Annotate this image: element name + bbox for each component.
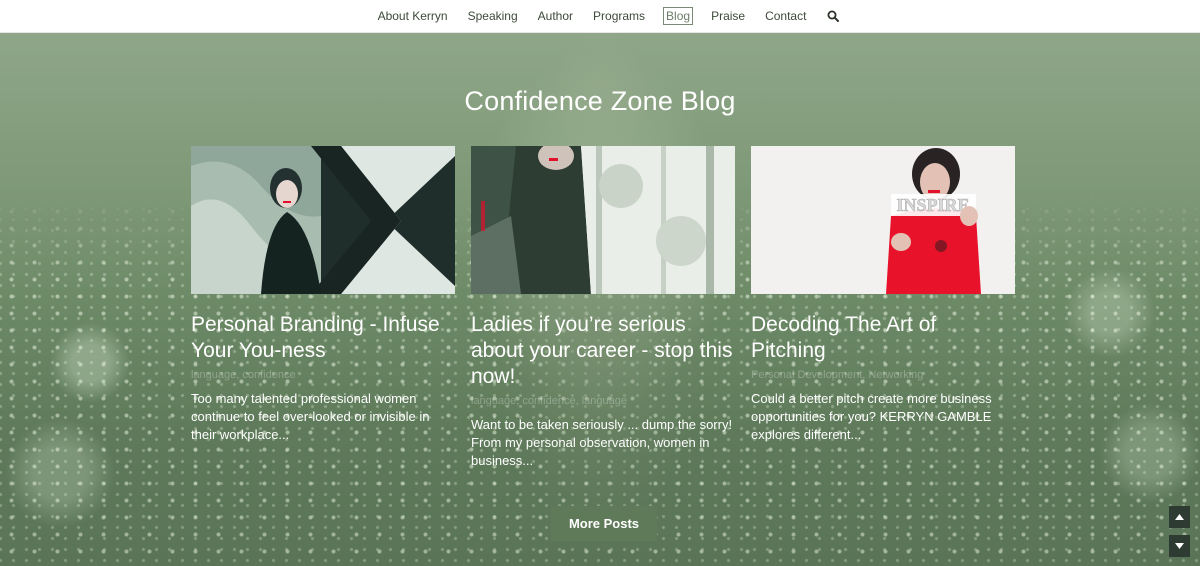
search-icon[interactable]: [826, 9, 840, 23]
nav-item-speaking[interactable]: Speaking: [466, 7, 520, 25]
post-excerpt: Want to be taken seriously ... dump the …: [471, 417, 733, 468]
scroll-up-button[interactable]: [1169, 506, 1190, 528]
post-excerpt: Could a better pitch create more busines…: [751, 391, 992, 442]
post-categories[interactable]: Personal Development, Networking: [751, 368, 1015, 382]
post-thumbnail[interactable]: [471, 146, 735, 294]
nav-item-about-kerryn[interactable]: About Kerryn: [376, 7, 450, 25]
triangle-up-icon: [1175, 514, 1184, 520]
post-thumbnail[interactable]: [191, 146, 455, 294]
post-categories[interactable]: language, confidence: [191, 368, 455, 382]
post-title[interactable]: Personal Branding - Infuse Your You-ness: [191, 312, 455, 364]
nav-item-author[interactable]: Author: [536, 7, 575, 25]
scroll-down-button[interactable]: [1169, 535, 1190, 557]
post-title[interactable]: Decoding The Art of Pitching: [751, 312, 1015, 364]
blog-post-card: INSPIRE Decoding The Art of Pitching Per…: [751, 146, 1015, 457]
post-thumbnail[interactable]: INSPIRE: [751, 146, 1015, 294]
nav-item-praise[interactable]: Praise: [709, 7, 747, 25]
page-title: Confidence Zone Blog: [464, 86, 736, 117]
triangle-down-icon: [1175, 543, 1184, 549]
post-categories[interactable]: language, confidence, language: [471, 394, 735, 408]
post-excerpt: Too many talented professional women con…: [191, 391, 430, 442]
blog-post-card: Ladies if you’re serious about your care…: [471, 146, 735, 483]
more-posts-button[interactable]: More Posts: [551, 506, 657, 541]
post-title[interactable]: Ladies if you’re serious about your care…: [471, 312, 735, 390]
thumbnail-word: INSPIRE: [896, 195, 969, 215]
blog-post-card: Personal Branding - Infuse Your You-ness…: [191, 146, 455, 457]
nav-item-programs[interactable]: Programs: [591, 7, 647, 25]
nav-item-blog[interactable]: Blog: [663, 7, 694, 25]
nav-menu: About Kerryn Speaking Author Programs Bl…: [376, 7, 841, 25]
nav-item-contact[interactable]: Contact: [763, 7, 808, 25]
top-navigation: About Kerryn Speaking Author Programs Bl…: [0, 0, 1200, 33]
